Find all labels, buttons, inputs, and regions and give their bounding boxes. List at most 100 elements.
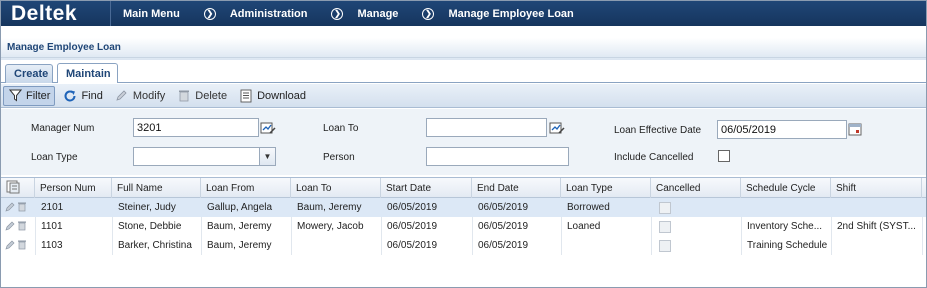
loan-effective-date-input[interactable] xyxy=(717,120,847,139)
cell-loan-to: Baum, Jeremy xyxy=(297,202,362,213)
cell-loan-to xyxy=(293,236,380,255)
breadcrumb-manage-employee-loan[interactable]: Manage Employee Loan xyxy=(448,8,573,20)
include-cancelled-checkbox[interactable] xyxy=(718,150,730,162)
divider xyxy=(1,57,926,58)
cell-full-name: Barker, Christina xyxy=(118,240,192,251)
cell-cancelled xyxy=(655,217,735,236)
modify-label: Modify xyxy=(132,89,166,102)
loan-effective-date-label: Loan Effective Date xyxy=(614,125,702,136)
filter-form: Manager Num Loan To Loan Effective Date … xyxy=(1,109,926,175)
edit-icon[interactable] xyxy=(5,239,15,253)
manager-num-label: Manager Num xyxy=(31,123,95,134)
lookup-icon[interactable] xyxy=(260,120,276,136)
chevron-right-icon: ❯ xyxy=(331,7,344,20)
calendar-icon[interactable] xyxy=(847,121,863,137)
modify-button[interactable]: Modify xyxy=(111,86,169,106)
trash-icon[interactable] xyxy=(17,239,27,253)
column-header-start-date[interactable]: Start Date xyxy=(381,178,472,198)
cell-person-num: 2101 xyxy=(41,202,64,213)
row-actions xyxy=(5,236,27,255)
cell-start-date: 06/05/2019 xyxy=(387,202,438,213)
toolbar: Filter Find Modify Delete Download xyxy=(1,84,926,108)
page-title: Manage Employee Loan xyxy=(7,42,121,53)
chevron-down-icon[interactable]: ▼ xyxy=(260,147,276,166)
cell-schedule-cycle xyxy=(743,198,830,217)
cancelled-checkbox xyxy=(659,220,671,233)
column-header-cancelled[interactable]: Cancelled xyxy=(651,178,741,198)
grid-header: Person Num Full Name Loan From Loan To S… xyxy=(1,178,926,198)
cell-loan-type xyxy=(563,236,650,255)
cell-loan-type: Loaned xyxy=(567,221,601,232)
loan-type-select[interactable] xyxy=(133,147,260,166)
cell-start-date: 06/05/2019 xyxy=(387,221,438,232)
tab-create[interactable]: Create xyxy=(5,64,53,83)
loan-type-label: Loan Type xyxy=(31,152,78,163)
cell-schedule-cycle: Inventory Sche... xyxy=(747,221,823,232)
deltek-logo: Deltek xyxy=(1,1,111,26)
filter-icon xyxy=(8,89,22,103)
cell-loan-from: Baum, Jeremy xyxy=(207,240,272,251)
tab-strip: Create Maintain xyxy=(1,61,926,83)
cell-person-num: 1103 xyxy=(41,240,63,251)
column-header-shift[interactable]: Shift xyxy=(831,178,922,198)
cell-loan-from: Baum, Jeremy xyxy=(207,221,272,232)
cell-full-name: Stone, Debbie xyxy=(118,221,182,232)
person-label: Person xyxy=(323,152,355,163)
manager-num-input[interactable] xyxy=(133,118,259,137)
table-row[interactable]: 1103 Barker, Christina Baum, Jeremy 06/0… xyxy=(1,236,926,255)
cell-loan-type: Borrowed xyxy=(567,202,610,213)
cell-shift xyxy=(833,198,921,217)
column-header-schedule-cycle[interactable]: Schedule Cycle xyxy=(741,178,831,198)
trash-icon xyxy=(177,89,191,103)
trash-icon[interactable] xyxy=(17,201,27,215)
column-header-end-date[interactable]: End Date xyxy=(472,178,561,198)
app-window: Deltek Main Menu ❯ Administration ❯ Mana… xyxy=(0,0,927,288)
pencil-icon xyxy=(115,89,129,103)
person-input[interactable] xyxy=(426,147,569,166)
title-band xyxy=(1,26,926,60)
breadcrumb-administration[interactable]: Administration xyxy=(230,8,308,20)
download-button[interactable]: Download xyxy=(235,86,310,106)
delete-button[interactable]: Delete xyxy=(173,86,231,106)
cell-end-date: 06/05/2019 xyxy=(478,221,529,232)
select-all-header[interactable] xyxy=(1,178,35,198)
find-button[interactable]: Find xyxy=(59,86,106,106)
cell-person-num: 1101 xyxy=(41,221,63,232)
column-header-loan-to[interactable]: Loan To xyxy=(291,178,381,198)
cell-loan-to: Mowery, Jacob xyxy=(297,221,364,232)
top-nav-bar: Deltek Main Menu ❯ Administration ❯ Mana… xyxy=(1,1,926,26)
download-label: Download xyxy=(257,89,306,102)
trash-icon[interactable] xyxy=(17,220,27,234)
cell-cancelled xyxy=(655,236,735,255)
delete-label: Delete xyxy=(195,89,228,102)
loan-to-input[interactable] xyxy=(426,118,547,137)
edit-icon[interactable] xyxy=(5,201,15,215)
cell-shift xyxy=(833,236,921,255)
find-label: Find xyxy=(81,89,103,102)
grid-menu-icon[interactable] xyxy=(6,180,20,197)
breadcrumb-main-menu[interactable]: Main Menu xyxy=(113,8,180,20)
results-grid: Person Num Full Name Loan From Loan To S… xyxy=(1,177,926,287)
filter-button[interactable]: Filter xyxy=(3,85,56,106)
cell-end-date: 06/05/2019 xyxy=(478,202,529,213)
column-header-person-num[interactable]: Person Num xyxy=(35,178,112,198)
edit-icon[interactable] xyxy=(5,220,15,234)
cell-shift: 2nd Shift (SYST... xyxy=(837,221,916,232)
lookup-icon[interactable] xyxy=(549,120,565,136)
cell-schedule-cycle: Training Schedule xyxy=(747,240,828,251)
table-row[interactable]: 2101 Steiner, Judy Gallup, Angela Baum, … xyxy=(1,198,926,217)
refresh-icon xyxy=(63,89,77,103)
column-header-loan-from[interactable]: Loan From xyxy=(201,178,291,198)
chevron-right-icon: ❯ xyxy=(203,7,216,20)
column-header-full-name[interactable]: Full Name xyxy=(112,178,201,198)
include-cancelled-label: Include Cancelled xyxy=(614,152,694,163)
column-header-loan-type[interactable]: Loan Type xyxy=(561,178,651,198)
tab-maintain[interactable]: Maintain xyxy=(57,63,118,83)
document-icon xyxy=(239,89,253,103)
breadcrumb-manage[interactable]: Manage xyxy=(357,8,398,20)
breadcrumb: Main Menu ❯ Administration ❯ Manage ❯ Ma… xyxy=(111,1,574,26)
table-row[interactable]: 1101 Stone, Debbie Baum, Jeremy Mowery, … xyxy=(1,217,926,236)
row-actions xyxy=(5,217,27,236)
cancelled-checkbox xyxy=(659,239,671,252)
chevron-right-icon: ❯ xyxy=(422,7,435,20)
